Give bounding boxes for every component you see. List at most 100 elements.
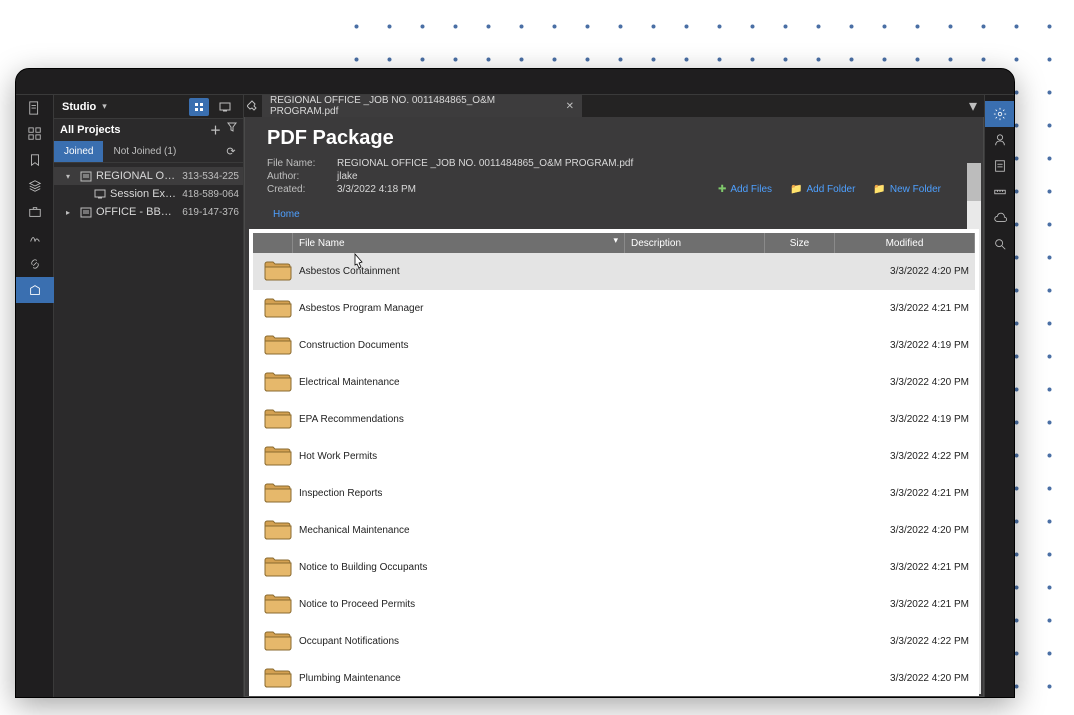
table-row[interactable]: Asbestos Program Manager3/3/2022 4:21 PM	[253, 290, 975, 327]
bookmarks-icon[interactable]	[16, 147, 54, 173]
col-filename[interactable]: File Name▾	[293, 233, 625, 253]
table-row[interactable]: Construction Documents3/3/2022 4:19 PM	[253, 327, 975, 364]
settings-icon[interactable]	[985, 101, 1015, 127]
package-title: PDF Package	[267, 127, 961, 150]
panel-subtitle: All Projects	[60, 124, 121, 136]
row-filename: Inspection Reports	[293, 488, 625, 499]
row-filename: Notice to Building Occupants	[293, 562, 625, 573]
table-row[interactable]: Occupant Notifications3/3/2022 4:22 PM	[253, 623, 975, 660]
tree-item[interactable]: Session Example418-589-064	[54, 185, 243, 203]
document-tabbar: REGIONAL OFFICE _JOB NO. 0011484865_O&M …	[244, 95, 984, 117]
row-icon	[253, 368, 293, 397]
list-body: Asbestos Containment3/3/2022 4:20 PMAsbe…	[253, 253, 975, 696]
tree-item-id: 418-589-064	[182, 189, 239, 200]
folder-icon	[263, 405, 293, 431]
tree-item[interactable]: ▸OFFICE - BBU T5 Job No...619-147-376	[54, 203, 243, 221]
table-row[interactable]: EPA Recommendations3/3/2022 4:19 PM	[253, 401, 975, 438]
folder-icon	[263, 516, 293, 542]
row-modified: 3/3/2022 4:21 PM	[835, 488, 975, 499]
tree-item-id: 313-534-225	[182, 171, 239, 182]
table-row[interactable]: Hot Work Permits 3/3/2022 4:22 PM	[253, 438, 975, 475]
studio-icon[interactable]	[16, 277, 54, 303]
col-modified[interactable]: Modified	[835, 233, 975, 253]
table-row[interactable]: Plumbing Maintenance 3/3/2022 4:20 PM	[253, 660, 975, 696]
plus-icon: ✚	[718, 184, 726, 195]
row-modified: 3/3/2022 4:21 PM	[835, 303, 975, 314]
document-area: REGIONAL OFFICE _JOB NO. 0011484865_O&M …	[244, 95, 984, 697]
tab-not-joined[interactable]: Not Joined (1)	[103, 141, 186, 162]
panel-title: Studio	[62, 101, 96, 113]
table-row[interactable]: Asbestos Containment3/3/2022 4:20 PM	[253, 253, 975, 290]
new-folder-button[interactable]: 📁New Folder	[873, 184, 941, 195]
row-modified: 3/3/2022 4:20 PM	[835, 673, 975, 684]
tree-item-label: OFFICE - BBU T5 Job No...	[96, 206, 178, 218]
table-row[interactable]: Mechanical Maintenance 3/3/2022 4:20 PM	[253, 512, 975, 549]
titlebar	[16, 69, 1014, 95]
file-access-icon[interactable]	[16, 95, 54, 121]
table-row[interactable]: Notice to Proceed Permits 3/3/2022 4:21 P…	[253, 586, 975, 623]
meta-created-value: 3/3/2022 4:18 PM	[337, 184, 708, 195]
toolchest-icon[interactable]	[16, 199, 54, 225]
tab-joined[interactable]: Joined	[54, 141, 103, 162]
row-icon	[253, 442, 293, 471]
folder-icon	[263, 590, 293, 616]
tree-item-id: 619-147-376	[182, 207, 239, 218]
left-rail	[16, 95, 54, 697]
profile-icon[interactable]	[985, 127, 1015, 153]
folder-icon	[263, 368, 293, 394]
signatures-icon[interactable]	[16, 225, 54, 251]
document-tab[interactable]: REGIONAL OFFICE _JOB NO. 0011484865_O&M …	[262, 95, 582, 117]
row-modified: 3/3/2022 4:22 PM	[835, 451, 975, 462]
close-icon[interactable]: ✕	[566, 101, 574, 112]
layers-icon[interactable]	[16, 173, 54, 199]
refresh-icon[interactable]: ⟳	[219, 141, 243, 162]
breadcrumb-home[interactable]: Home	[273, 209, 300, 220]
row-modified: 3/3/2022 4:20 PM	[835, 377, 975, 388]
row-icon	[253, 479, 293, 508]
file-list: File Name▾ Description Size Modified Asb…	[249, 229, 979, 696]
row-modified: 3/3/2022 4:21 PM	[835, 599, 975, 610]
links-icon[interactable]	[16, 251, 54, 277]
row-filename: Notice to Proceed Permits	[293, 599, 625, 610]
folder-icon	[263, 553, 293, 579]
row-filename: Hot Work Permits	[293, 451, 625, 462]
forms-icon[interactable]	[985, 153, 1015, 179]
search-icon[interactable]	[985, 231, 1015, 257]
row-icon	[253, 590, 293, 619]
add-files-button[interactable]: ✚Add Files	[718, 184, 772, 195]
row-filename: Mechanical Maintenance	[293, 525, 625, 536]
folder-icon	[263, 479, 293, 505]
row-icon	[253, 627, 293, 656]
projects-view-button[interactable]	[189, 98, 209, 116]
folder-icon	[263, 627, 293, 653]
thumbnails-icon[interactable]	[16, 121, 54, 147]
sort-indicator-icon: ▾	[613, 235, 618, 246]
panel-header: Studio ▾	[54, 95, 243, 119]
col-description[interactable]: Description	[625, 233, 765, 253]
cloud-icon[interactable]	[985, 205, 1015, 231]
row-filename: Electrical Maintenance	[293, 377, 625, 388]
row-modified: 3/3/2022 4:20 PM	[835, 525, 975, 536]
sessions-view-button[interactable]	[215, 98, 235, 116]
row-icon	[253, 553, 293, 582]
col-icon[interactable]	[253, 233, 293, 253]
row-filename: Plumbing Maintenance	[293, 673, 625, 684]
folder-icon	[263, 331, 293, 357]
chevron-down-icon[interactable]: ▾	[102, 101, 107, 112]
meta-filename-label: File Name:	[267, 158, 327, 169]
add-project-icon[interactable]: ＋	[210, 122, 221, 138]
tree-item[interactable]: ▾REGIONAL OFFICE TER...313-534-225	[54, 167, 243, 185]
meta-author-value: jlake	[337, 171, 708, 182]
table-row[interactable]: Electrical Maintenance 3/3/2022 4:20 PM	[253, 364, 975, 401]
row-modified: 3/3/2022 4:20 PM	[835, 266, 975, 277]
table-row[interactable]: Inspection Reports 3/3/2022 4:21 PM	[253, 475, 975, 512]
add-folder-button[interactable]: 📁Add Folder	[790, 184, 855, 195]
tabs-dropdown-icon[interactable]: ▾	[962, 96, 984, 116]
col-size[interactable]: Size	[765, 233, 835, 253]
pin-icon[interactable]	[244, 100, 262, 112]
package-meta: File Name: REGIONAL OFFICE _JOB NO. 0011…	[267, 158, 961, 195]
table-row[interactable]: Notice to Building Occupants3/3/2022 4:2…	[253, 549, 975, 586]
filter-icon[interactable]	[227, 122, 237, 138]
measurements-icon[interactable]	[985, 179, 1015, 205]
row-filename: Construction Documents	[293, 340, 625, 351]
